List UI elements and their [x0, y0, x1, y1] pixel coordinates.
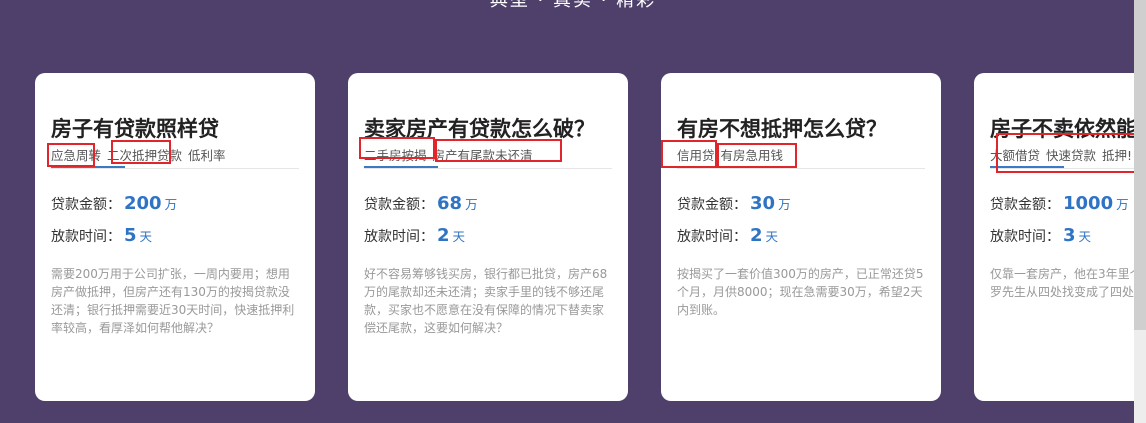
loan-amount-unit: 万: [465, 197, 478, 212]
annotation-box: [717, 143, 797, 168]
case-card-3[interactable]: 有房不想抵押怎么贷？ 信用贷 有房急用钱 贷款金额： 30 万 放款时间： 2 天 按揭买…: [661, 73, 941, 401]
loan-time-unit: 天: [452, 229, 466, 244]
loan-time-value: 5: [124, 225, 137, 246]
loan-amount-row: 贷款金额： 30 万: [677, 193, 791, 214]
loan-time-label: 放款时间：: [364, 229, 434, 245]
card-divider: [364, 168, 612, 169]
loan-time-label: 放款时间：: [677, 229, 747, 245]
loan-amount-unit: 万: [164, 197, 178, 212]
loan-time-value: 2: [750, 225, 763, 246]
loan-time-row: 放款时间： 2 天: [364, 225, 465, 246]
loan-amount-value: 1000: [1063, 193, 1114, 214]
loan-amount-row: 贷款金额： 1000 万: [990, 193, 1129, 214]
loan-amount-value: 200: [124, 193, 162, 214]
loan-time-row: 放款时间： 5 天: [51, 225, 152, 246]
card-title: 有房不想抵押怎么贷？: [677, 117, 887, 141]
card-description: 仅靠一套房产，他在3年里个亿；房产在手里一天天现金流，罗先生从四处找变成了四处找…: [990, 267, 1146, 299]
loan-time-unit: 天: [1078, 229, 1092, 244]
loan-amount-label: 贷款金额：: [51, 197, 121, 213]
card-divider: [51, 168, 299, 169]
active-tag-underline: [364, 166, 438, 168]
annotation-box: [661, 140, 717, 168]
loan-time-row: 放款时间： 2 天: [677, 225, 778, 246]
loan-amount-value: 68: [437, 193, 463, 214]
card-description: 按揭买了一套价值300万的房产，已正常还贷5个月，月供8000；现在急需要30万…: [677, 267, 924, 317]
loan-time-row: 放款时间： 3 天: [990, 225, 1091, 246]
loan-time-label: 放款时间：: [990, 229, 1060, 245]
card-description: 需要200万用于公司扩张，一周内要用；想用房产做抵押，但房产还有130万的按揭贷…: [51, 267, 295, 335]
loan-time-unit: 天: [765, 229, 779, 244]
loan-time-unit: 天: [139, 229, 153, 244]
case-card-2[interactable]: 卖家房产有贷款怎么破？ 二手房按揭 房产有尾款未还清 贷款金额： 68 万 放款时间：…: [348, 73, 628, 401]
page: 典型 · 真实 · 精彩 房子有贷款照样贷 应急周转 二次抵押贷款 低利率 贷款金额…: [0, 0, 1146, 423]
loan-amount-label: 贷款金额：: [990, 197, 1060, 213]
annotation-box: [435, 139, 562, 162]
annotation-box: [47, 143, 95, 167]
loan-amount-row: 贷款金额： 68 万: [364, 193, 478, 214]
card-tag[interactable]: 低利率: [188, 148, 226, 163]
loan-amount-unit: 万: [1116, 197, 1129, 212]
loan-amount-label: 贷款金额：: [677, 197, 747, 213]
annotation-box: [996, 133, 1140, 173]
loan-amount-value: 30: [750, 193, 776, 214]
card-title: 房子有贷款照样贷: [51, 117, 219, 141]
card-description: 好不容易筹够钱买房，银行都已批贷，房产68万的尾款却还未还清；卖家手里的钱不够还…: [364, 267, 608, 335]
loan-amount-label: 贷款金额：: [364, 197, 434, 213]
section-tagline: 典型 · 真实 · 精彩: [489, 0, 657, 11]
scrollbar-thumb[interactable]: [1134, 0, 1146, 330]
card-divider: [677, 168, 925, 169]
annotation-box: [359, 137, 435, 159]
loan-time-value: 3: [1063, 225, 1076, 246]
annotation-box: [111, 140, 171, 164]
loan-amount-unit: 万: [778, 197, 791, 212]
case-card-1[interactable]: 房子有贷款照样贷 应急周转 二次抵押贷款 低利率 贷款金额： 200 万 放款时间： 5 天…: [35, 73, 315, 401]
loan-time-value: 2: [437, 225, 450, 246]
loan-time-label: 放款时间：: [51, 229, 121, 245]
case-card-4[interactable]: 房子不卖依然能 大额借贷 快速贷款 抵押! 贷款金额： 1000 万 放款时间： 3 天 仅…: [974, 73, 1146, 401]
loan-amount-row: 贷款金额： 200 万: [51, 193, 177, 214]
